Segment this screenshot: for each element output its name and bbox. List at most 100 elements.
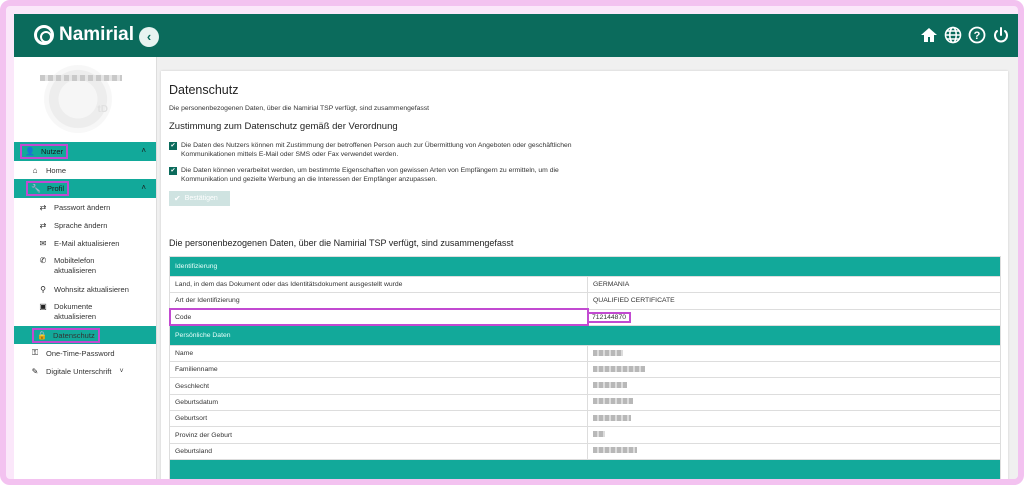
sidebar-item-label: Digitale Unterschrift <box>46 366 112 376</box>
pin-icon: ⚲ <box>40 284 46 294</box>
sidebar-item-digitale-unterschrift[interactable]: ✎ Digitale Unterschrift ˅ <box>14 362 156 380</box>
sidebar-item-home[interactable]: ⌂ Home <box>14 161 156 179</box>
table-section-header: Identifizierung <box>169 256 1001 277</box>
sidebar-item-mobiltelefon[interactable]: ✆ Mobiltelefon aktualisieren <box>14 252 156 280</box>
logo-text: Namirial <box>59 24 134 45</box>
profil-highlight: 🔧 Profil <box>26 181 70 196</box>
consent-text-1: Die Daten des Nutzers können mit Zustimm… <box>181 142 572 158</box>
row-value-redacted <box>587 442 1001 460</box>
arrows-icon: ⇄ <box>39 202 47 212</box>
key-icon: ⚿ <box>31 348 39 357</box>
sidebar-item-email[interactable]: ✉ E-Mail aktualisieren <box>14 234 156 252</box>
row-value-redacted <box>587 410 1001 428</box>
chevron-up-icon: ˄ <box>141 183 146 192</box>
row-value-redacted <box>587 426 1001 444</box>
consent-heading: Zustimmung zum Datenschutz gemäß der Ver… <box>169 121 398 132</box>
sidebar-group-nutzer[interactable]: 👤 Nutzer ˄ <box>14 142 156 161</box>
row-label: Provinz der Geburt <box>169 426 588 444</box>
datenschutz-highlight: 🔒 Datenschutz <box>32 327 100 343</box>
user-icon: 👤 <box>25 147 35 156</box>
sidebar-item-passwort[interactable]: ⇄ Passwort ändern <box>14 198 156 216</box>
intro-text: Die personenbezogenen Daten, über die Na… <box>169 105 430 112</box>
row-label: Geburtsdatum <box>169 393 588 412</box>
logo[interactable]: Namirial <box>34 24 134 46</box>
row-value-redacted <box>587 393 1001 412</box>
table-row: Geburtsland <box>169 442 1001 460</box>
app-window: Namirial ‹ ? 👤 Nutzer <box>14 14 1018 479</box>
table-row: Name <box>169 344 1001 363</box>
table-section-header <box>169 458 1001 479</box>
envelope-icon: ✉ <box>39 238 47 248</box>
section-label: Persönliche Daten <box>169 324 1001 346</box>
checkbox-checked-icon[interactable]: ✔ <box>169 142 177 150</box>
top-bar: Namirial ‹ ? <box>14 14 1018 57</box>
top-icons: ? <box>920 26 1010 44</box>
sidebar-item-otp[interactable]: ⚿ One-Time-Password <box>14 344 156 362</box>
sidebar-item-label: Datenschutz <box>53 330 95 340</box>
row-label: Land, in dem das Dokument oder das Ident… <box>169 275 588 294</box>
chevron-down-icon: ˅ <box>119 367 124 375</box>
sidebar-item-label: Dokumente aktualisieren <box>54 302 97 321</box>
table-row: Familienname <box>169 361 1001 379</box>
profile-area <box>14 57 156 142</box>
arrows-icon: ⇄ <box>39 220 47 230</box>
sidebar-item-label: Sprache ändern <box>54 220 108 230</box>
row-label: Name <box>169 344 588 363</box>
section-label <box>169 458 1001 479</box>
row-value: GERMANIA <box>587 275 1001 294</box>
id-card-icon: ▣ <box>39 302 47 311</box>
table-row: Land, in dem das Dokument oder das Ident… <box>169 275 1001 294</box>
lock-icon: 🔒 <box>37 330 47 340</box>
checkbox-checked-icon[interactable]: ✔ <box>169 167 177 175</box>
svg-text:?: ? <box>974 30 981 42</box>
section-label: Identifizierung <box>169 256 1001 277</box>
sidebar-item-sprache[interactable]: ⇄ Sprache ändern <box>14 216 156 234</box>
nutzer-highlight: 👤 Nutzer <box>20 144 69 159</box>
table-row: Geburtsort <box>169 410 1001 428</box>
screenshot-frame: Namirial ‹ ? 👤 Nutzer <box>0 0 1024 485</box>
table-row: Geburtsdatum <box>169 393 1001 412</box>
row-label: Code <box>168 308 589 327</box>
confirm-label: Bestätigen <box>184 195 218 202</box>
home-icon: ⌂ <box>32 165 38 175</box>
row-value-redacted <box>587 377 1001 395</box>
collapse-sidebar-button[interactable]: ‹ <box>139 27 159 47</box>
page-title: Datenschutz <box>169 83 239 97</box>
table-row: Provinz der Geburt <box>169 426 1001 444</box>
sidebar-item-label: Passwort ändern <box>54 202 111 212</box>
code-value: 712144870 <box>586 311 632 323</box>
signature-icon: ✎ <box>31 366 39 376</box>
table-row-code: Code 712144870 <box>168 308 1001 327</box>
sidebar-item-profil[interactable]: 🔧 Profil ˄ <box>14 179 156 198</box>
table-row: Geschlecht <box>169 377 1001 395</box>
row-value-redacted <box>587 344 1001 363</box>
sidebar-item-wohnsitz[interactable]: ⚲ Wohnsitz aktualisieren <box>14 280 156 298</box>
consent-checkbox-2[interactable]: ✔ Die Daten können verarbeitet werden, u… <box>169 166 589 184</box>
globe-icon[interactable] <box>944 26 962 44</box>
phone-icon: ✆ <box>39 256 47 265</box>
row-label: Art der Identifizierung <box>169 292 588 310</box>
row-label: Geburtsland <box>169 442 588 460</box>
home-icon[interactable] <box>920 26 938 44</box>
row-value-cell: 712144870 <box>586 308 1001 326</box>
sidebar-item-label: Home <box>46 165 67 175</box>
consent-checkbox-1[interactable]: ✔ Die Daten des Nutzers können mit Zusti… <box>169 141 589 159</box>
sidebar-group-label: Nutzer <box>41 147 64 156</box>
main-content: Datenschutz Die personenbezogenen Daten,… <box>161 71 1008 479</box>
sidebar: 👤 Nutzer ˄ ⌂ Home 🔧 Profil ˄ ⇄ Passwort … <box>14 57 157 479</box>
sidebar-item-datenschutz[interactable]: 🔒 Datenschutz <box>14 326 156 344</box>
consent-text-2: Die Daten können verarbeitet werden, um … <box>181 167 559 183</box>
sidebar-item-label: Profil <box>47 184 65 193</box>
chevron-up-icon: ˄ <box>141 146 146 155</box>
sidebar-item-label: Mobiltelefon aktualisieren <box>54 256 97 275</box>
sidebar-item-dokumente[interactable]: ▣ Dokumente aktualisieren <box>14 298 156 326</box>
help-icon[interactable]: ? <box>968 26 986 44</box>
table-row: Art der Identifizierung QUALIFIED CERTIFI… <box>169 292 1001 310</box>
confirm-button[interactable]: ✔ Bestätigen <box>169 191 230 206</box>
sidebar-item-label: Wohnsitz aktualisieren <box>54 284 129 294</box>
row-label: Geschlecht <box>169 377 588 395</box>
check-icon: ✔ <box>174 194 181 203</box>
power-icon[interactable] <box>992 26 1010 44</box>
summary-heading: Die personenbezogenen Daten, über die Na… <box>169 238 514 248</box>
personal-data-table: Identifizierung Land, in dem das Dokumen… <box>168 256 1001 479</box>
